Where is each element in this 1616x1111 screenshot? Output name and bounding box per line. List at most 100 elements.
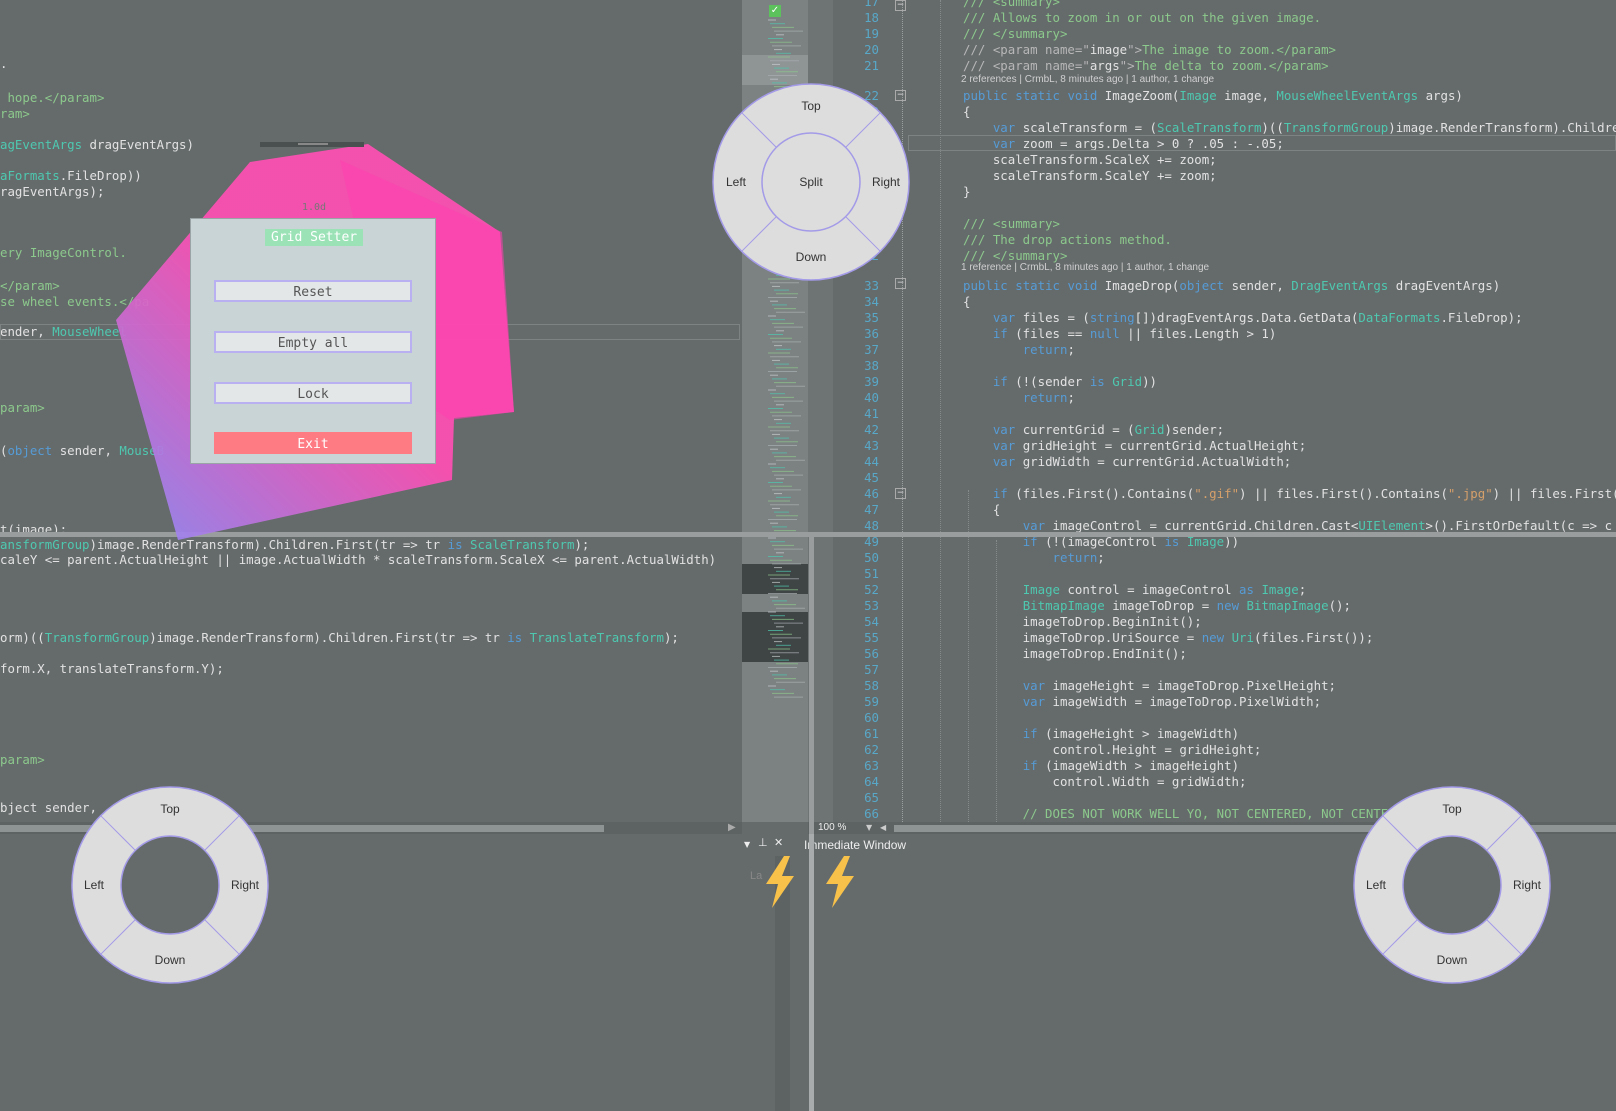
code-line[interactable]: var gridWidth = currentGrid.ActualWidth; bbox=[963, 454, 1291, 470]
code-token: Image bbox=[1261, 582, 1299, 597]
scroll-left-arrow[interactable]: ◀ bbox=[880, 822, 886, 834]
ring-top-option[interactable]: Top bbox=[1442, 802, 1462, 816]
code-token: var bbox=[992, 310, 1016, 325]
code-line[interactable]: public static void ImageDrop(object send… bbox=[963, 278, 1500, 294]
lightning-bolt-icon[interactable] bbox=[762, 856, 798, 908]
code-token: )sender; bbox=[1164, 422, 1225, 437]
fold-toggle[interactable]: − bbox=[895, 0, 906, 11]
panel-tab-fragment[interactable]: La bbox=[750, 870, 762, 882]
code-line[interactable]: ragEventArgs); bbox=[0, 184, 104, 200]
code-line[interactable]: if (imageHeight > imageWidth) bbox=[963, 726, 1239, 742]
code-token: if bbox=[992, 486, 1008, 501]
fold-toggle[interactable]: − bbox=[895, 488, 906, 499]
ring-right-option[interactable]: Right bbox=[1513, 878, 1542, 892]
code-line[interactable]: return; bbox=[963, 550, 1105, 566]
code-token: TransformGroup bbox=[44, 630, 150, 645]
code-line[interactable]: { bbox=[963, 502, 1000, 518]
code-line[interactable]: </param> bbox=[0, 278, 60, 294]
code-line[interactable]: { bbox=[963, 104, 970, 120]
code-line[interactable]: { bbox=[963, 294, 970, 310]
ring-top-option[interactable]: Top bbox=[160, 802, 180, 816]
empty-all-button[interactable]: Empty all bbox=[214, 331, 412, 353]
code-token: scaleTransform.ScaleY += zoom; bbox=[963, 168, 1217, 183]
code-line[interactable]: if (files.First().Contains(".gif") || fi… bbox=[963, 486, 1616, 502]
code-line[interactable]: form.X, translateTransform.Y); bbox=[0, 661, 224, 677]
ring-left-option[interactable]: Left bbox=[1366, 878, 1387, 892]
code-line[interactable]: var scaleTransform = (ScaleTransform)((T… bbox=[963, 120, 1616, 136]
code-line[interactable]: var currentGrid = (Grid)sender; bbox=[963, 422, 1224, 438]
split-top-option[interactable]: Top bbox=[801, 99, 821, 113]
code-line[interactable]: param> bbox=[0, 752, 45, 768]
code-token: ; bbox=[1097, 550, 1105, 565]
code-line[interactable]: orm)((TransformGroup)image.RenderTransfo… bbox=[0, 630, 679, 646]
code-line[interactable]: /// <summary> bbox=[963, 0, 1060, 10]
line-number: 39 bbox=[864, 374, 879, 389]
code-line[interactable]: BitmapImage imageToDrop = new BitmapImag… bbox=[963, 598, 1351, 614]
code-line[interactable]: // DOES NOT WORK WELL YO, NOT CENTERED, … bbox=[963, 806, 1411, 822]
close-icon[interactable]: ✕ bbox=[774, 836, 783, 849]
code-line[interactable]: /// The drop actions method. bbox=[963, 232, 1172, 248]
lightning-bolt-icon[interactable] bbox=[822, 856, 858, 908]
pin-icon[interactable]: ⊥ bbox=[758, 836, 768, 849]
code-line[interactable]: . bbox=[0, 56, 7, 72]
code-token: /// </summary> bbox=[963, 248, 1068, 263]
code-line[interactable]: scaleTransform.ScaleX += zoom; bbox=[963, 152, 1217, 168]
ring-right-option[interactable]: Right bbox=[231, 878, 260, 892]
code-line[interactable]: var gridHeight = currentGrid.ActualHeigh… bbox=[963, 438, 1306, 454]
exit-button[interactable]: Exit bbox=[214, 432, 412, 454]
code-token: object bbox=[1179, 278, 1225, 293]
chevron-down-icon[interactable]: ▼ bbox=[744, 840, 750, 849]
code-line[interactable]: imageToDrop.EndInit(); bbox=[963, 646, 1187, 662]
ring-left-option[interactable]: Left bbox=[84, 878, 105, 892]
code-line[interactable]: /// <summary> bbox=[963, 216, 1060, 232]
code-line[interactable]: control.Height = gridHeight; bbox=[963, 742, 1262, 758]
bottom-left-ring-menu: Top Left Right Down bbox=[71, 786, 269, 984]
ring-down-option[interactable]: Down bbox=[155, 953, 186, 967]
code-token: /// <summary> bbox=[963, 0, 1060, 9]
code-line[interactable]: imageToDrop.BeginInit(); bbox=[963, 614, 1202, 630]
code-line[interactable]: /// Allows to zoom in or out on the give… bbox=[963, 10, 1321, 26]
title-strip-handle[interactable] bbox=[298, 143, 328, 145]
code-line[interactable]: scaleTransform.ScaleY += zoom; bbox=[963, 168, 1217, 184]
code-line[interactable]: Image control = imageControl as Image; bbox=[963, 582, 1307, 598]
ring-down-option[interactable]: Down bbox=[1437, 953, 1468, 967]
code-line[interactable]: ram> bbox=[0, 106, 30, 122]
code-line[interactable]: var files = (string[])dragEventArgs.Data… bbox=[963, 310, 1523, 326]
code-line[interactable]: if (!(sender is Grid)) bbox=[963, 374, 1157, 390]
scroll-right-arrow[interactable]: ▶ bbox=[728, 822, 736, 833]
code-line[interactable]: return; bbox=[963, 342, 1075, 358]
split-down-option[interactable]: Down bbox=[796, 250, 827, 264]
codelens-references-1[interactable]: 2 references | CrmbL, 8 minutes ago | 1 … bbox=[961, 74, 1214, 85]
code-token: ragEventArgs); bbox=[0, 184, 105, 199]
split-left-option[interactable]: Left bbox=[726, 175, 747, 189]
codelens-references-2[interactable]: 1 reference | CrmbL, 8 minutes ago | 1 a… bbox=[961, 262, 1209, 273]
code-line[interactable]: } bbox=[963, 184, 970, 200]
code-line[interactable]: public static void ImageZoom(Image image… bbox=[963, 88, 1463, 104]
code-line[interactable]: if (imageWidth > imageHeight) bbox=[963, 758, 1239, 774]
split-center-label: Split bbox=[799, 175, 823, 189]
code-line[interactable]: ery ImageControl. bbox=[0, 245, 127, 261]
code-line[interactable]: var imageWidth = imageToDrop.PixelWidth; bbox=[963, 694, 1321, 710]
code-line[interactable]: param> bbox=[0, 400, 45, 416]
lock-button[interactable]: Lock bbox=[214, 382, 412, 404]
code-line[interactable]: control.Width = gridWidth; bbox=[963, 774, 1247, 790]
code-line[interactable]: return; bbox=[963, 390, 1075, 406]
code-token: var bbox=[992, 422, 1016, 437]
zoom-level[interactable]: 100 % bbox=[818, 822, 846, 834]
code-token: imageToDrop.BeginInit(); bbox=[963, 614, 1202, 629]
code-line[interactable]: var imageHeight = imageToDrop.PixelHeigh… bbox=[963, 678, 1336, 694]
chevron-down-icon[interactable]: ▼ bbox=[866, 822, 872, 834]
vertical-splitter-bottom[interactable] bbox=[809, 834, 814, 1111]
code-line[interactable]: hope.</param> bbox=[0, 90, 104, 106]
code-line[interactable]: imageToDrop.UriSource = new Uri(files.Fi… bbox=[963, 630, 1374, 646]
code-line[interactable]: if (files == null || files.Length > 1) bbox=[963, 326, 1276, 342]
code-line[interactable]: /// </summary> bbox=[963, 26, 1067, 42]
reset-button[interactable]: Reset bbox=[214, 280, 412, 302]
right-editor-pane[interactable]: 1718192021222324252627282930313233343536… bbox=[833, 0, 1616, 822]
split-right-option[interactable]: Right bbox=[872, 175, 901, 189]
code-line[interactable]: /// <param name="args">The delta to zoom… bbox=[963, 58, 1329, 74]
code-line[interactable]: /// <param name="image">The image to zoo… bbox=[963, 42, 1336, 58]
